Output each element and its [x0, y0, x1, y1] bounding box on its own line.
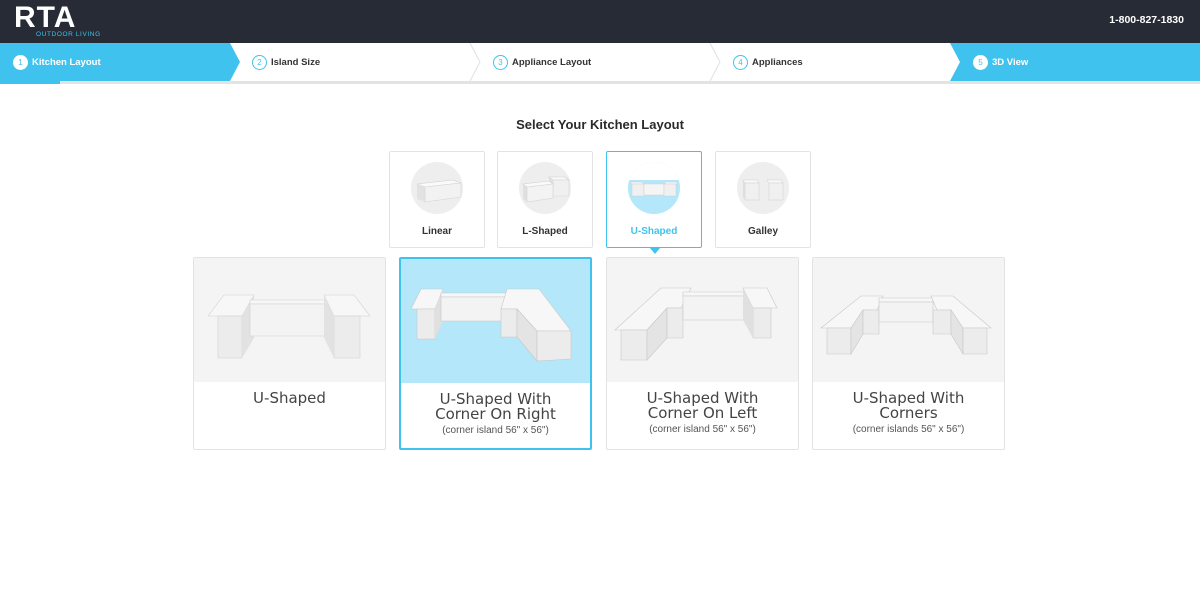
- u-shaped-corners-preview-icon: [813, 258, 1004, 382]
- selected-tile-pointer: [650, 248, 660, 254]
- linear-island-icon: [411, 162, 463, 214]
- step-3d-view[interactable]: 5 3D View: [973, 43, 1028, 81]
- layout-tile-label: Linear: [421, 226, 452, 237]
- option-subtitle: (corner island 56" x 56"): [442, 425, 549, 436]
- step-label: 3D View: [992, 56, 1029, 68]
- u-shaped-island-icon: [628, 162, 680, 214]
- u-shaped-corner-left-preview-icon: [607, 258, 798, 382]
- galley-island-icon: [737, 162, 789, 214]
- step-kitchen-layout[interactable]: 1 Kitchen Layout: [13, 43, 101, 81]
- page-title: Select Your Kitchen Layout: [516, 117, 684, 132]
- option-title-line2: Corners: [879, 404, 938, 422]
- option-title: U-Shaped With Corners: [813, 391, 1004, 421]
- layout-tile-linear[interactable]: Linear: [389, 151, 485, 248]
- option-title-line1: U-Shaped: [253, 389, 326, 407]
- phone-number[interactable]: 1-800-827-1830: [1109, 14, 1184, 26]
- step-appliances[interactable]: 4 Appliances: [733, 43, 803, 81]
- layout-tile-u-shaped[interactable]: U-Shaped: [606, 151, 702, 248]
- option-subtitle: (corner island 56" x 56"): [649, 424, 756, 435]
- step-number: 5: [973, 54, 988, 70]
- step-label: Kitchen Layout: [32, 56, 101, 68]
- layout-tile-galley[interactable]: Galley: [715, 151, 811, 248]
- logo-wordmark: RTA: [14, 1, 77, 34]
- option-card-u-shaped[interactable]: U-Shaped: [193, 257, 386, 450]
- option-title: U-Shaped With Corner On Right: [401, 392, 590, 422]
- rta-logo[interactable]: RTA OUTDOOR LIVING: [14, 2, 104, 40]
- top-header: RTA OUTDOOR LIVING 1-800-827-1830: [0, 0, 1200, 43]
- step-number: 3: [493, 54, 508, 70]
- option-title: U-Shaped: [194, 391, 385, 406]
- step-number: 4: [733, 54, 748, 70]
- step-label: Island Size: [271, 56, 321, 68]
- step-label: Appliances: [752, 56, 803, 68]
- logo-subtext: OUTDOOR LIVING: [36, 31, 101, 38]
- layout-tile-label: L-Shaped: [522, 226, 568, 237]
- stepper-underline: [0, 81, 1200, 84]
- step-appliance-layout[interactable]: 3 Appliance Layout: [493, 43, 591, 81]
- option-card-u-shaped-corner-left[interactable]: U-Shaped With Corner On Left (corner isl…: [606, 257, 799, 450]
- option-title: U-Shaped With Corner On Left: [607, 391, 798, 421]
- option-title-line2: Corner On Left: [647, 404, 758, 422]
- layout-tile-l-shaped[interactable]: L-Shaped: [497, 151, 593, 248]
- option-card-u-shaped-corners[interactable]: U-Shaped With Corners (corner islands 56…: [812, 257, 1005, 450]
- step-progress-bar: 1 Kitchen Layout 2 Island Size 3 Applian…: [0, 43, 1200, 81]
- step-island-size[interactable]: 2 Island Size: [252, 43, 320, 81]
- option-title-line2: Corner On Right: [435, 405, 556, 423]
- option-card-u-shaped-corner-right[interactable]: U-Shaped With Corner On Right (corner is…: [399, 257, 592, 450]
- u-shaped-preview-icon: [194, 258, 385, 382]
- stepper-progress-indicator: [0, 81, 60, 84]
- step-number: 1: [13, 54, 28, 70]
- step-number: 2: [252, 54, 267, 70]
- option-subtitle: (corner islands 56" x 56"): [852, 424, 965, 435]
- u-shaped-corner-right-preview-icon: [401, 259, 590, 383]
- layout-tile-label: U-Shaped: [630, 226, 678, 237]
- step-label: Appliance Layout: [512, 56, 592, 68]
- l-shaped-island-icon: [519, 162, 571, 214]
- layout-tile-label: Galley: [747, 226, 779, 237]
